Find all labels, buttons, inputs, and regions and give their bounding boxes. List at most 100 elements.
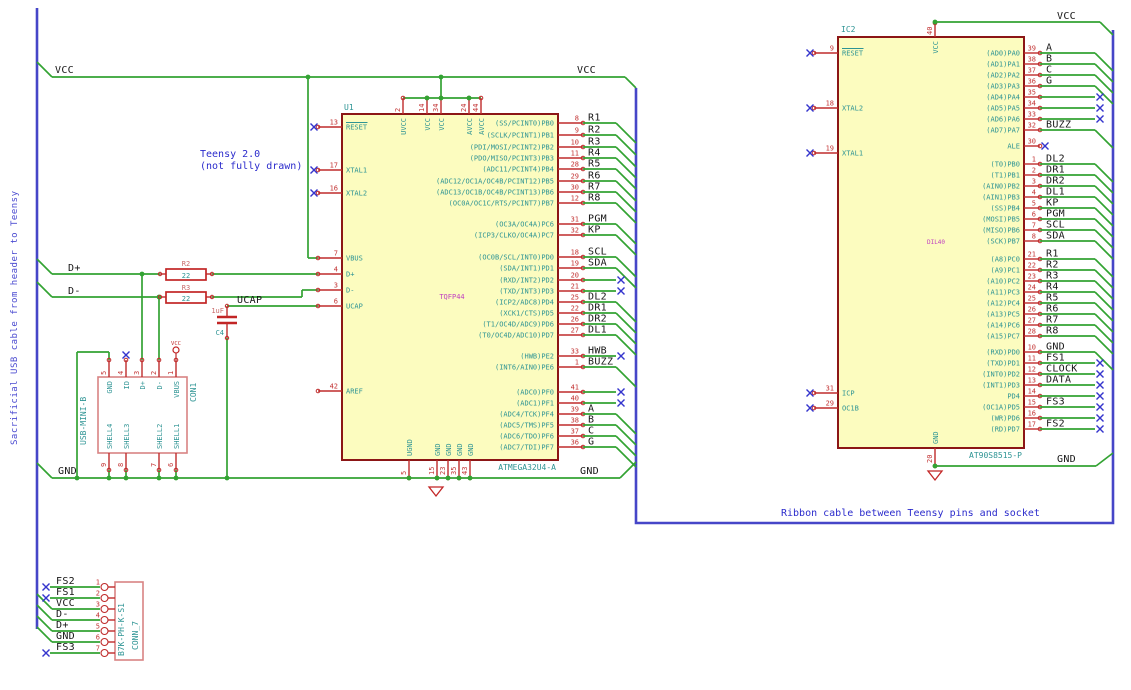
junction-dot [123, 475, 129, 481]
net-label: CLOCK [1046, 364, 1078, 375]
pin-name: ID [123, 381, 131, 389]
pin-name: SHELL2 [156, 424, 164, 449]
pin-number: 32 [571, 227, 579, 235]
pin-number: 1 [96, 579, 100, 587]
pin-name: GND [434, 443, 442, 456]
c4-value: 1uF [211, 307, 224, 315]
net-label: BUZZ [1046, 120, 1071, 131]
pin-number: 8 [117, 463, 125, 467]
wire [36, 462, 53, 479]
pin-name: VCC [424, 118, 432, 131]
net-label: R3 [588, 137, 601, 148]
pin-name: (SS)PB4 [990, 205, 1020, 213]
pin-number: 35 [1028, 89, 1036, 97]
pin-number: 39 [1028, 45, 1036, 53]
pin-number: 31 [826, 385, 834, 393]
bus-entry-wire [1094, 63, 1114, 83]
net-label: DL1 [1046, 187, 1065, 198]
net-label: PGM [588, 214, 607, 225]
pin-name: (OC1A)PD5 [982, 404, 1020, 412]
pin-number: 4 [334, 266, 338, 274]
r2-value: 22 [182, 272, 190, 280]
pin-name: UCAP [346, 303, 363, 311]
wire [36, 281, 53, 298]
pin-name: (ADC7/TDI)PF7 [499, 444, 554, 452]
pin-name: (XCK1/CTS)PD5 [499, 310, 554, 318]
pin-name: (T0/OC4D/ADC10)PD7 [478, 332, 554, 340]
pin-number: 16 [330, 185, 338, 193]
pin-number: 37 [1028, 67, 1036, 75]
bus-entry-wire [1094, 324, 1114, 344]
bus-entry-wire [1094, 229, 1114, 249]
pin-name: (A15)PC7 [986, 333, 1020, 341]
pin-number: 30 [1028, 138, 1036, 146]
pin-name: (MOSI)PB5 [982, 216, 1020, 224]
pin-name: RESET [842, 50, 864, 58]
net-label: G [588, 437, 594, 448]
pin-number: 38 [571, 417, 579, 425]
pin-number: 32 [1028, 122, 1036, 130]
pin-number: 17 [330, 162, 338, 170]
pin-tip [100, 637, 109, 647]
pin-name: UVCC [400, 118, 408, 135]
net-label: SDA [588, 258, 607, 269]
pin-name: (INT1)PD3 [982, 382, 1020, 390]
net-label-vcc: VCC [1057, 11, 1076, 22]
net-label: GND [56, 631, 75, 642]
net-label: VCC [56, 598, 75, 609]
net-label: C [588, 426, 594, 437]
bus-entry-wire [1094, 74, 1114, 94]
net-label: R2 [588, 125, 601, 136]
pin-name: ICP [842, 390, 855, 398]
bus-entry-wire [615, 334, 637, 356]
pin-number: 28 [571, 161, 579, 169]
net-label-dplus: D+ [68, 263, 81, 274]
pin-name: (AD0)PA0 [986, 50, 1020, 58]
net-label: DL2 [1046, 154, 1065, 165]
pin-name: (OC3A/OC4A)PC6 [495, 221, 554, 229]
pin-name: (ICP2/ADC8)PD4 [495, 299, 554, 307]
pin-name: (TXD)PD1 [986, 360, 1020, 368]
net-label: R5 [1046, 293, 1059, 304]
net-label: R7 [588, 182, 601, 193]
junction-dot [305, 74, 311, 80]
pin-number: 7 [1032, 222, 1036, 230]
pin-name: GND [445, 443, 453, 456]
pin-number: 26 [1028, 306, 1036, 314]
pin-number: 34 [432, 104, 440, 112]
u1-value: ATMEGA32U4-A [498, 463, 556, 472]
c4-ref: C4 [216, 329, 224, 337]
component-bodies [97, 36, 1025, 661]
pin-name: (RXD)PD0 [986, 349, 1020, 357]
pin-name: (SDA/INT1)PD1 [499, 265, 554, 273]
pin-tip [100, 626, 109, 636]
pin-name: (ADC6/TDO)PF6 [499, 433, 554, 441]
net-label-gnd: GND [58, 466, 77, 477]
bus-entry-wire [615, 146, 637, 168]
net-label: FS3 [56, 642, 75, 653]
net-label: BUZZ [588, 357, 613, 368]
pin-name: (SS/PCINT0)PB0 [495, 120, 554, 128]
net-label: DATA [1046, 375, 1071, 386]
pin-name: (RD)PD7 [990, 426, 1020, 434]
pin-number: 31 [571, 216, 579, 224]
pin-name: (ICP3/CLKO/OC4A)PC7 [474, 232, 554, 240]
r2-ref: R2 [182, 260, 190, 268]
pin-number: 1 [575, 359, 579, 367]
pin-number: 13 [1028, 377, 1036, 385]
net-label: KP [588, 225, 601, 236]
net-label: FS2 [56, 576, 75, 587]
pin-number: 5 [400, 471, 408, 475]
net-label: DL1 [588, 325, 607, 336]
pin-name: (AD2)PA2 [986, 72, 1020, 80]
pin-number: 28 [1028, 328, 1036, 336]
note-teensy-2: (not fully drawn) [200, 161, 302, 172]
junction-dot [106, 475, 112, 481]
pin-name: (ADC12/OC1A/OC4B/PCINT12)PB5 [436, 178, 554, 186]
bus-entry-wire [1094, 240, 1114, 260]
pin-number: 1 [167, 371, 175, 375]
net-label: R4 [588, 148, 601, 159]
pin-number: 2 [1032, 167, 1036, 175]
pin-name: GND [456, 443, 464, 456]
junction-dot [466, 95, 472, 101]
